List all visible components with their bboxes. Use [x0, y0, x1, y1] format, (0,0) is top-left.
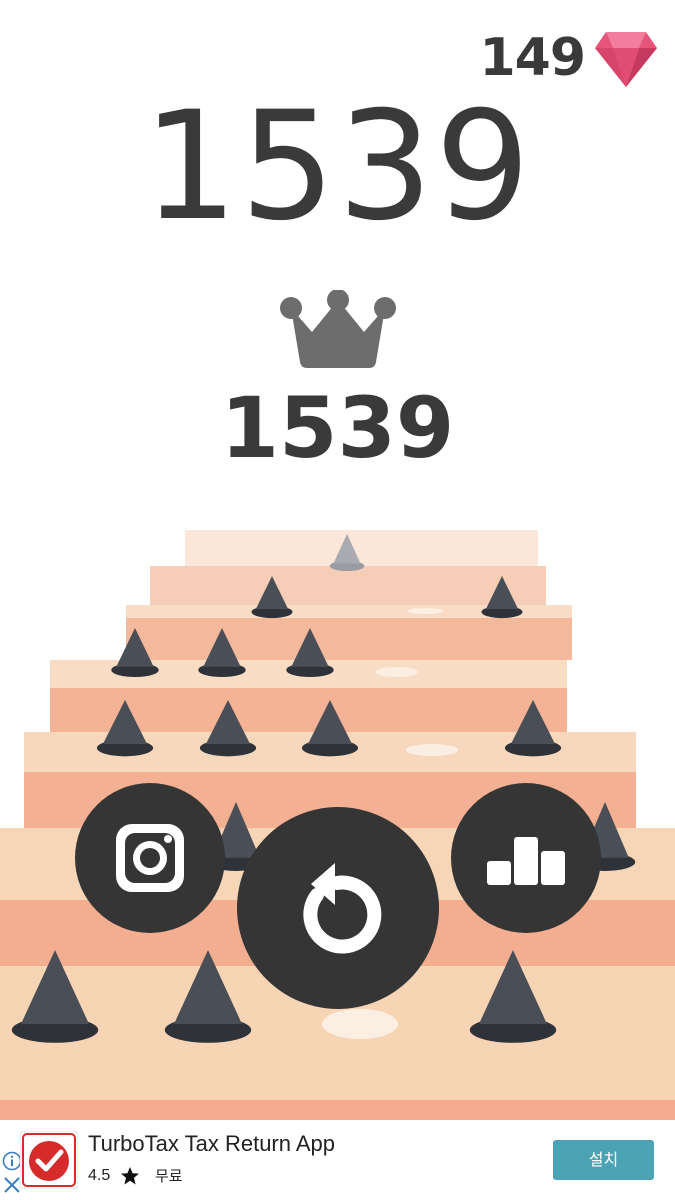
current-score: 1539 — [142, 80, 533, 254]
instagram-share-button[interactable] — [75, 783, 225, 933]
step-front — [0, 1100, 675, 1120]
landing-pad — [322, 1009, 398, 1039]
landing-pad — [406, 744, 458, 756]
replay-icon — [303, 863, 382, 954]
step-front — [126, 618, 572, 660]
checkmark-icon[interactable] — [20, 1131, 78, 1189]
ad-close-icon[interactable] — [2, 1175, 22, 1195]
replay-button[interactable] — [237, 807, 439, 1009]
step-front — [185, 530, 538, 566]
instagram-icon — [116, 824, 184, 892]
install-button[interactable]: 설치 — [553, 1140, 654, 1180]
leaderboard-button[interactable] — [451, 783, 601, 933]
landing-pad — [375, 667, 419, 677]
ad-info-icon[interactable] — [2, 1151, 22, 1171]
ad-title[interactable]: TurboTax Tax Return App — [88, 1130, 335, 1158]
landing-pad — [407, 608, 443, 614]
leaderboard-icon — [487, 837, 565, 885]
gem-icon — [595, 32, 657, 87]
game-screen: 149 1539 1539 TurboTax Tax Return App 4.… — [0, 0, 675, 1200]
step-front — [150, 566, 546, 605]
ad-price: 무료 — [155, 1167, 183, 1185]
ad-rating: 4.5 — [88, 1167, 111, 1184]
best-score: 1539 — [220, 379, 455, 477]
crown-icon — [280, 290, 396, 368]
star-icon — [121, 1167, 139, 1185]
